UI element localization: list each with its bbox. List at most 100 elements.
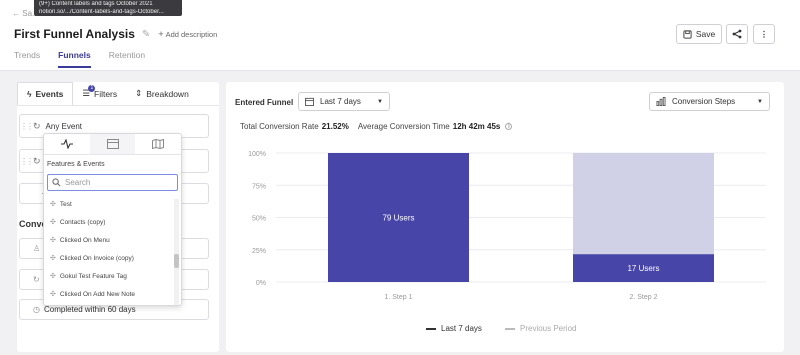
calendar-icon [305,97,314,106]
avg-time-value: 12h 42m 45s [452,122,501,131]
map-tab[interactable] [135,134,181,154]
tab-retention[interactable]: Retention [109,50,145,68]
step-1-event: Any Event [45,121,83,131]
view-value: Conversion Steps [672,97,736,106]
tooltip-url: notion.so/.../Content-labels-and-tags-Oc… [39,8,164,15]
funnel-bar-chart: 100% 75% 50% 25% 0% 79 Users 1. Step 1 17 Users… [248,151,766,301]
bar-data-label: 17 Users [627,264,659,273]
feature-icon: ✣ [50,219,56,226]
scrollbar-thumb[interactable] [174,254,179,268]
title-row: First Funnel Analysis ✎ + Add description [14,27,217,41]
legend-current-label: Last 7 days [441,324,482,333]
share-button[interactable] [726,24,748,44]
cycle-icon: ↻ [33,155,41,166]
entered-funnel-label: Entered Funnel [235,98,294,107]
total-conversion-label: Total Conversion Rate [240,122,319,131]
list-item-label: Clicked On Add New Note [59,290,136,298]
y-tick-label: 0% [256,280,266,287]
search-field[interactable] [47,174,178,191]
list-item[interactable]: ✣ Clicked On Invoice (copy) [44,249,181,267]
list-item[interactable]: ✣ Contacts (copy) [44,213,181,231]
drag-handle-icon[interactable]: ⋮⋮ [20,157,34,166]
funnel-chart-panel: Entered Funnel Last 7 days ▼ Conversion … [226,82,784,352]
tab-filters-label: Filters [94,88,118,99]
list-item[interactable]: ✣ Clicked On Add New Note [44,285,181,303]
list-item[interactable]: ✣ Clicked On Menu [44,231,181,249]
total-conversion-value: 21.52% [321,122,349,131]
completed-within-label: Completed within 60 days [43,305,136,314]
tooltip-title: (9+) Content labels and tags October 202… [39,1,153,7]
save-button[interactable]: Save [676,24,722,44]
list-item-label: Clicked On Menu [59,236,110,244]
clock-icon: ◷ [33,305,40,314]
picker-tabs [44,134,181,155]
y-tick-label: 100% [248,151,266,158]
tab-trends[interactable]: Trends [14,50,40,68]
feature-icon: ✣ [50,255,56,262]
date-range-value: Last 7 days [320,97,361,106]
drag-handle-icon[interactable]: ⋮⋮ [20,122,34,131]
feature-icon: ✣ [50,201,56,208]
info-icon[interactable]: i [505,123,513,130]
legend-previous-label: Previous Period [520,324,577,333]
card-icon [106,139,119,149]
tab-events[interactable]: ϟ Events [17,82,74,105]
list-item-label: Clicked On Invoice (copy) [59,254,134,262]
save-label: Save [695,29,716,39]
map-icon [152,139,165,149]
tab-events-label: Events [35,89,64,99]
date-range-select[interactable]: Last 7 days ▼ [298,92,390,111]
more-vertical-icon: ⋮ [759,28,769,39]
search-icon [52,178,61,187]
more-options-button[interactable]: ⋮ [753,24,775,44]
tab-filters[interactable]: ☰ 1 Filters [73,82,126,105]
scrollbar-track[interactable] [174,199,179,305]
legend-current[interactable]: Last 7 days [426,324,482,333]
bar-chart-icon [656,97,666,106]
view-select[interactable]: Conversion Steps ▼ [649,92,770,111]
activity-tab[interactable] [44,134,90,154]
conversion-summary: Total Conversion Rate 21.52% Average Con… [240,122,513,131]
y-tick-label: 50% [252,216,266,223]
legend-dashed-swatch [505,327,515,330]
event-picker-dropdown: Features & Events ✣Test ✣Contacts (copy)… [43,133,182,306]
list-item[interactable]: ✣ Test [44,195,181,213]
feature-icon: ✣ [50,291,56,298]
chevron-down-icon: ▼ [377,98,383,105]
legend-solid-swatch [426,327,436,330]
user-icon: ♙ [33,244,41,253]
query-tabs: ϟ Events ☰ 1 Filters ⇕ Breakdown [17,82,219,106]
bolt-icon: ϟ [27,89,32,99]
list-item-label: Gokul Test Feature Tag [59,272,127,280]
feature-icon: ✣ [50,273,56,280]
x-tick-label: 1. Step 1 [384,294,412,301]
event-list: ✣ Test ✣ Contacts (copy) ✣ Clicked On Menu … [44,195,181,303]
legend-previous[interactable]: Previous Period [505,324,576,333]
x-tick-label: 2. Step 2 [629,294,657,301]
page-title: First Funnel Analysis [14,27,135,41]
cycle-icon: ↻ [33,120,41,131]
chevron-down-icon: ▼ [757,98,763,105]
activity-icon [60,139,73,149]
tab-funnels[interactable]: Funnels [58,50,91,68]
y-tick-label: 75% [252,183,266,190]
browser-tooltip: (9+) Content labels and tags October 202… [34,0,182,16]
save-icon [683,29,692,39]
breakdown-icon: ⇕ [135,88,143,98]
add-description-label: Add description [165,30,218,39]
plus-icon: + [158,29,164,39]
search-input[interactable] [65,178,165,187]
card-tab[interactable] [89,134,136,154]
pencil-icon[interactable]: ✎ [142,29,150,40]
tab-breakdown[interactable]: ⇕ Breakdown [126,82,198,105]
share-icon [732,29,742,39]
picker-heading: Features & Events [47,161,105,168]
y-tick-label: 25% [252,248,266,255]
add-description-link[interactable]: + Add description [158,29,217,39]
list-item-label: Test [59,200,72,208]
list-item[interactable]: ✣ Gokul Test Feature Tag [44,267,181,285]
cycle-icon: ↻ [33,275,40,284]
analysis-tabs: Trends Funnels Retention [14,50,163,68]
avg-time-label: Average Conversion Time [357,122,450,131]
list-item-label: Contacts (copy) [59,218,106,226]
